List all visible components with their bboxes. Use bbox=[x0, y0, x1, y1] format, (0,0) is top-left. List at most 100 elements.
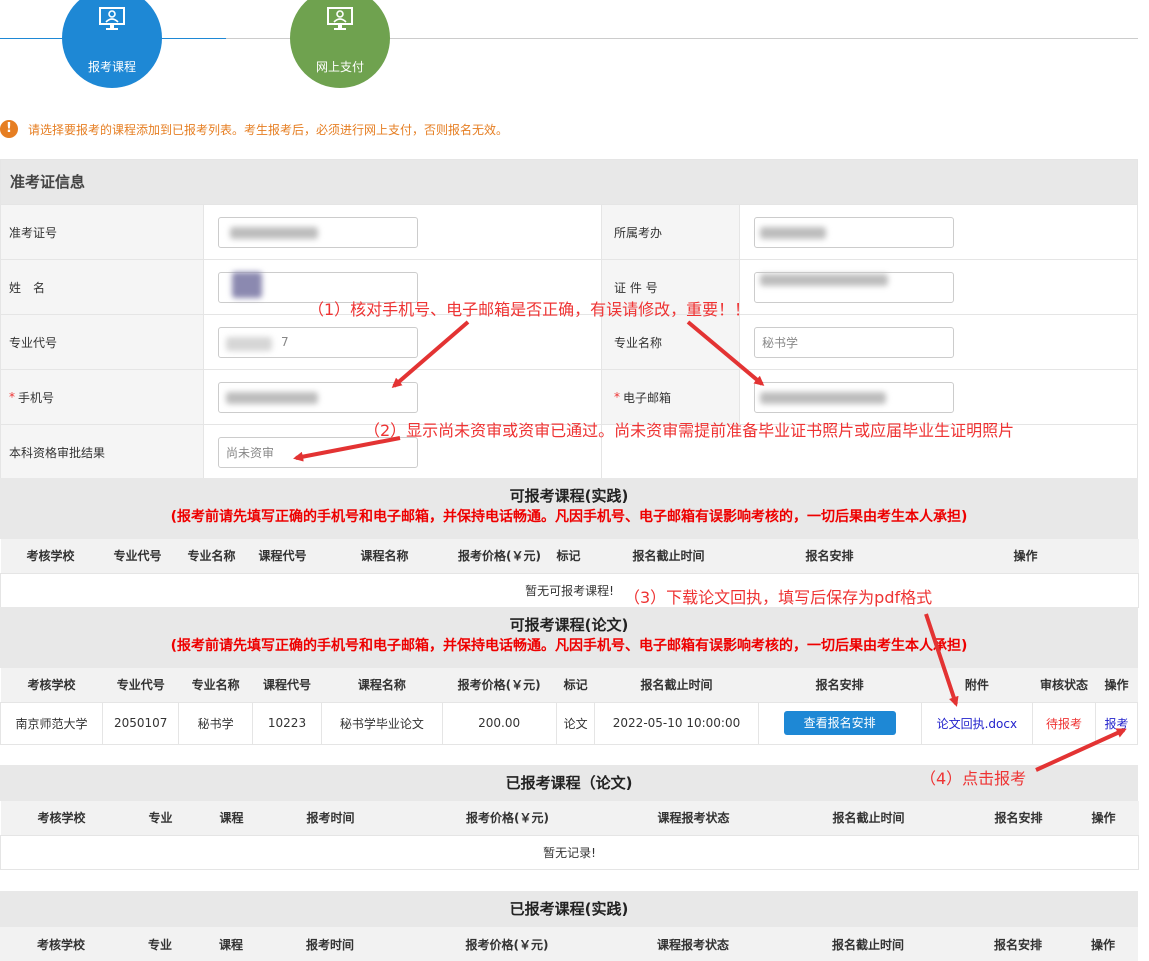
col-header: 专业 bbox=[122, 801, 199, 835]
annotation-4: （4）点击报考 bbox=[920, 769, 1027, 788]
step-payment-label: 网上支付 bbox=[315, 60, 364, 74]
col-header: 报考时间 bbox=[264, 927, 396, 961]
step-course[interactable]: 报考课程 bbox=[62, 0, 162, 88]
col-header: 考核学校 bbox=[0, 801, 123, 835]
col-header: 报名安排 bbox=[968, 801, 1069, 835]
col-header: 报考价格(￥元) bbox=[442, 668, 557, 702]
empty-row: 暂无记录! bbox=[0, 834, 1139, 870]
col-header: 报名安排 bbox=[746, 539, 913, 573]
col-header: 考核学校 bbox=[0, 927, 122, 961]
info-row: 准考证号 所属考办 bbox=[1, 204, 1137, 259]
col-header: 课程代号 bbox=[248, 539, 317, 573]
table-header-row: 考核学校 专业代号 专业名称 课程代号 课程名称 报考价格(￥元) 标记 报名截… bbox=[0, 539, 1139, 573]
phone-label: 手机号 bbox=[18, 390, 55, 405]
redacted-name bbox=[232, 272, 262, 298]
ticket-info-title: 准考证信息 bbox=[1, 160, 1137, 204]
major-code-cell: 2050107 bbox=[101, 701, 180, 745]
course-name-cell: 秘书学毕业论文 bbox=[321, 701, 443, 745]
arrange-cell: 查看报名安排 bbox=[757, 701, 922, 745]
table-row: 南京师范大学 2050107 秘书学 10223 秘书学毕业论文 200.00 … bbox=[0, 701, 1138, 745]
major-name-field[interactable] bbox=[754, 326, 954, 358]
col-header: 报名截止时间 bbox=[590, 539, 747, 573]
col-header: 课程报考状态 bbox=[618, 801, 769, 835]
office-value-cell bbox=[740, 205, 1139, 259]
annotation-1: （1）核对手机号、电子邮箱是否正确，有误请修改，重要！！ bbox=[308, 300, 751, 319]
annotation-2: （2）显示尚未资审或资审已通过。尚未资审需提前准备毕业证书照片或应届毕业生证明照… bbox=[364, 421, 1015, 440]
info-row: 专业代号 专业名称 bbox=[1, 314, 1137, 369]
col-header: 报名安排 bbox=[758, 668, 922, 702]
price-cell: 200.00 bbox=[441, 701, 557, 745]
col-header: 操作 bbox=[1068, 927, 1138, 961]
practice-course-section: 可报考课程(实践) (报考前请先填写正确的手机号和电子邮箱，并保持电话畅通。凡因… bbox=[0, 478, 1139, 608]
practice-table: 考核学校 专业代号 专业名称 课程代号 课程名称 报考价格(￥元) 标记 报名截… bbox=[0, 539, 1139, 608]
school-cell: 南京师范大学 bbox=[0, 701, 103, 745]
office-label: 所属考办 bbox=[602, 205, 740, 259]
col-header: 专业代号 bbox=[100, 539, 175, 573]
registered-practice-section: 已报考课程(实践) 考核学校 专业 课程 报考时间 报考价格(￥元) 课程报考状… bbox=[0, 891, 1138, 961]
email-label: 电子邮箱 bbox=[623, 390, 672, 405]
col-header: 专业 bbox=[122, 927, 198, 961]
major-code-value-cell bbox=[204, 315, 602, 369]
phone-label-cell: * 手机号 bbox=[1, 370, 204, 424]
view-arrangement-button[interactable]: 查看报名安排 bbox=[783, 711, 896, 735]
email-value-cell bbox=[740, 370, 1139, 424]
attachment-cell: 论文回执.docx bbox=[920, 701, 1033, 745]
attachment-link[interactable]: 论文回执.docx bbox=[937, 717, 1017, 731]
col-header: 操作 bbox=[1068, 801, 1139, 835]
table-header-row: 考核学校 专业代号 专业名称 课程代号 课程名称 报考价格(￥元) 标记 报名截… bbox=[0, 668, 1138, 702]
practice-warning: (报考前请先填写正确的手机号和电子邮箱，并保持电话畅通。凡因手机号、电子邮箱有误… bbox=[170, 509, 968, 525]
practice-title: 可报考课程(实践) bbox=[509, 487, 629, 505]
registered-practice-table: 考核学校 专业 课程 报考时间 报考价格(￥元) 课程报考状态 报名截止时间 报… bbox=[0, 927, 1138, 961]
step-progress: 报考课程 网上支付 bbox=[0, 0, 1149, 92]
col-header: 课程代号 bbox=[252, 668, 322, 702]
action-cell: 报考 bbox=[1095, 701, 1138, 745]
thesis-title: 可报考课程(论文) bbox=[509, 616, 629, 634]
col-header: 专业名称 bbox=[174, 539, 249, 573]
col-header: 课程 bbox=[198, 801, 265, 835]
empty-message: 暂无可报考课程! bbox=[0, 572, 1139, 608]
name-label: 姓 名 bbox=[1, 260, 204, 314]
step-payment[interactable]: 网上支付 bbox=[290, 0, 390, 88]
status-badge: 待报考 bbox=[1045, 716, 1082, 731]
col-header: 操作 bbox=[1095, 668, 1138, 702]
required-mark: * bbox=[614, 390, 620, 404]
major-name-cell: 秘书学 bbox=[178, 701, 253, 745]
ticket-value-cell bbox=[204, 205, 602, 259]
col-header: 课程名称 bbox=[316, 539, 453, 573]
col-header: 审核状态 bbox=[1032, 668, 1096, 702]
info-row: * 手机号 * 电子邮箱 bbox=[1, 369, 1137, 424]
status-cell: 待报考 bbox=[1031, 701, 1097, 745]
col-header: 操作 bbox=[912, 539, 1139, 573]
registered-practice-title: 已报考课程(实践) bbox=[0, 891, 1138, 927]
annotation-3: （3）下载论文回执，填写后保存为pdf格式 bbox=[624, 588, 933, 607]
redacted-email bbox=[760, 392, 886, 404]
warning-icon: ! bbox=[0, 120, 18, 138]
email-label-cell: * 电子邮箱 bbox=[602, 370, 740, 424]
redacted-phone bbox=[226, 392, 318, 404]
registered-thesis-table: 考核学校 专业 课程 报考时间 报考价格(￥元) 课程报考状态 报名截止时间 报… bbox=[0, 801, 1139, 870]
review-result-field[interactable] bbox=[218, 436, 418, 468]
redacted-major-code bbox=[226, 337, 272, 351]
empty-message: 暂无记录! bbox=[0, 834, 1139, 870]
col-header: 课程名称 bbox=[321, 668, 442, 702]
col-header: 附件 bbox=[921, 668, 1033, 702]
major-code-label: 专业代号 bbox=[1, 315, 204, 369]
review-label: 本科资格审批结果 bbox=[1, 425, 204, 479]
col-header: 课程报考状态 bbox=[618, 927, 768, 961]
col-header: 课程 bbox=[198, 927, 264, 961]
thesis-table: 考核学校 专业代号 专业名称 课程代号 课程名称 报考价格(￥元) 标记 报名截… bbox=[0, 668, 1138, 745]
col-header: 标记 bbox=[546, 539, 591, 573]
register-link[interactable]: 报考 bbox=[1105, 717, 1129, 731]
major-name-label: 专业名称 bbox=[602, 315, 740, 369]
redacted-ticket bbox=[230, 227, 318, 239]
notice-text: 请选择要报考的课程添加到已报考列表。考生报考后，必须进行网上支付，否则报名无效。 bbox=[28, 122, 509, 137]
required-mark: * bbox=[9, 390, 15, 404]
col-header: 报名截止时间 bbox=[768, 801, 969, 835]
empty-row: 暂无可报考课程! bbox=[0, 572, 1139, 608]
monitor-user-icon bbox=[99, 7, 125, 30]
ticket-label: 准考证号 bbox=[1, 205, 204, 259]
table-header-row: 考核学校 专业 课程 报考时间 报考价格(￥元) 课程报考状态 报名截止时间 报… bbox=[0, 927, 1138, 961]
col-header: 报名安排 bbox=[968, 927, 1068, 961]
table-header-row: 考核学校 专业 课程 报考时间 报考价格(￥元) 课程报考状态 报名截止时间 报… bbox=[0, 801, 1139, 835]
col-header: 考核学校 bbox=[0, 539, 101, 573]
